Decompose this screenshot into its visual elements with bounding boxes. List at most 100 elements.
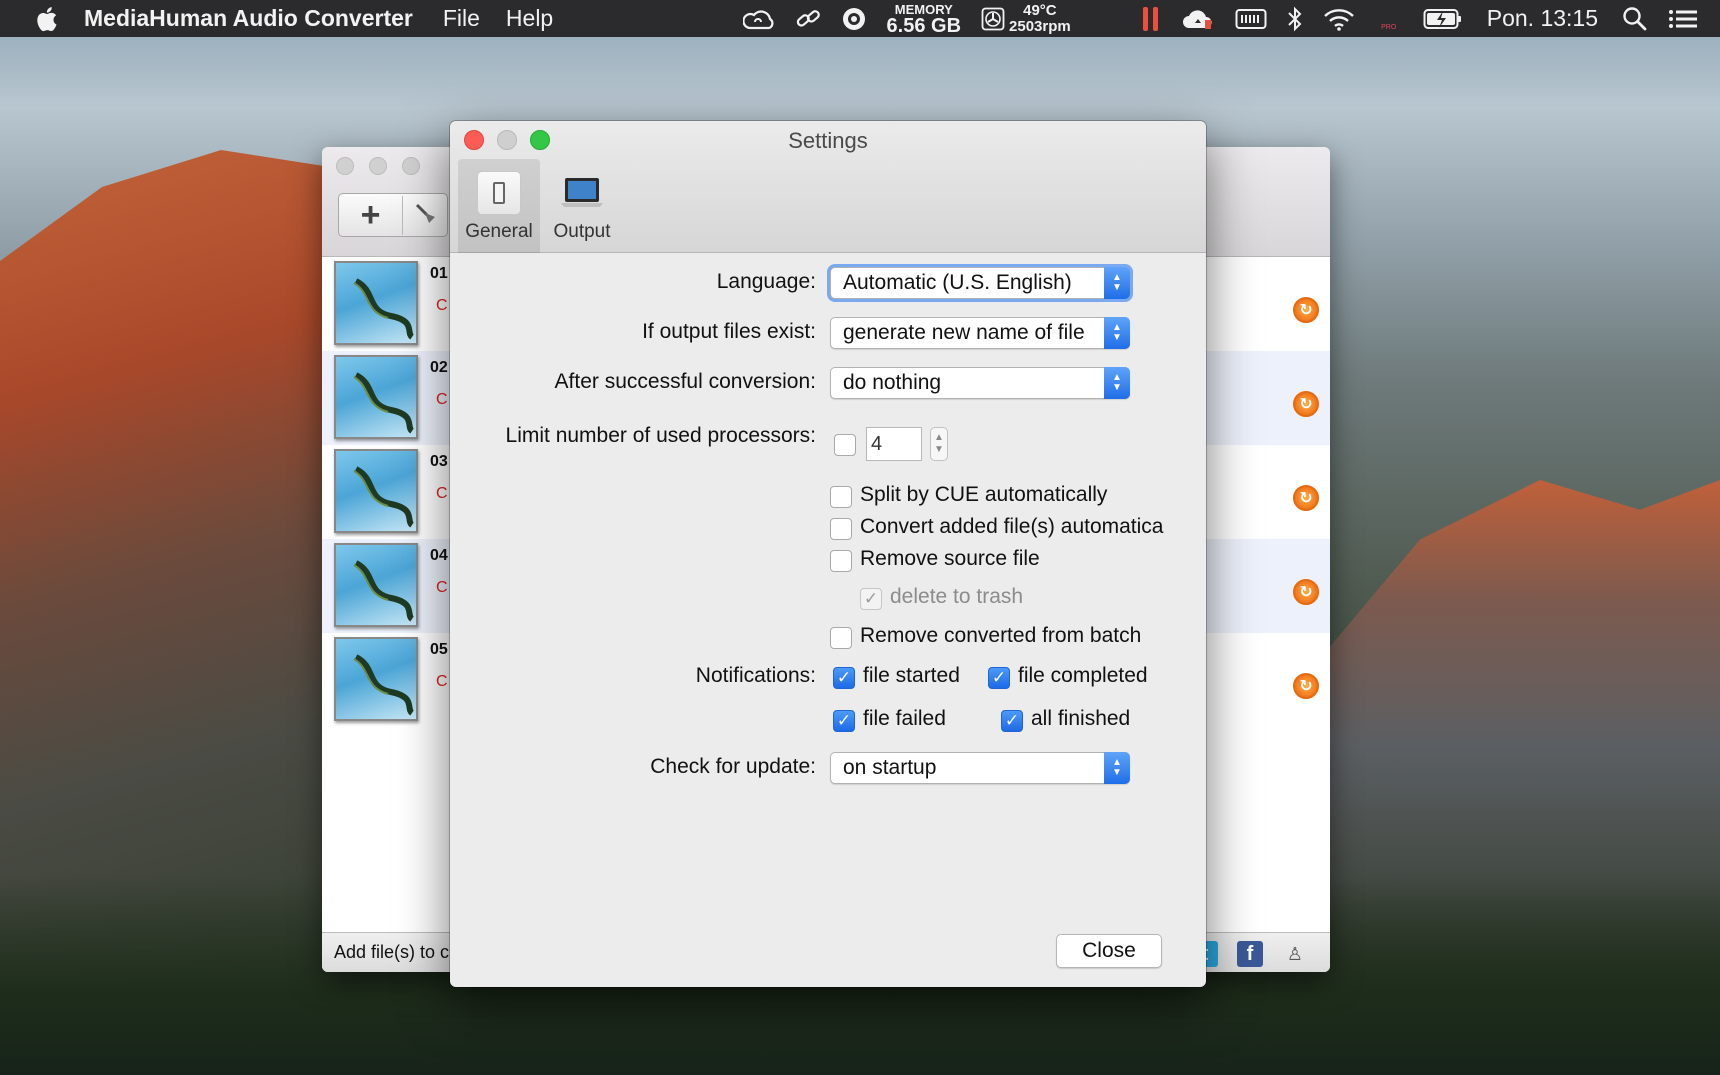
track-number: 01 <box>430 265 448 282</box>
wifi-icon[interactable] <box>1323 7 1355 31</box>
notify-all-finished-checkbox[interactable]: ✓ <box>1001 710 1023 732</box>
tab-general[interactable]: General <box>458 159 540 253</box>
notify-file-started-checkbox[interactable]: ✓ <box>833 667 855 689</box>
split-cue-checkbox[interactable] <box>830 486 852 508</box>
language-label: Language: <box>716 270 816 293</box>
processors-count-value: 4 <box>871 432 883 455</box>
after-conversion-label: After successful conversion: <box>554 370 816 393</box>
laptop-icon <box>561 178 603 207</box>
settings-dialog: Settings General Output Language: Automa… <box>450 121 1206 987</box>
battery-icon[interactable] <box>1423 7 1463 31</box>
track-number: 02 <box>430 359 448 376</box>
after-conversion-value: do nothing <box>843 371 942 394</box>
status-bar-right: MEMORY 6.56 GB 49°C 2503rpm PRO Pon. 13:… <box>733 0 1720 37</box>
output-exist-label: If output files exist: <box>642 320 816 343</box>
menu-clock[interactable]: Pon. 13:15 <box>1487 5 1598 32</box>
settings-titlebar: Settings General Output <box>450 121 1206 253</box>
main-close-button[interactable] <box>336 157 354 175</box>
after-conversion-select[interactable]: do nothing ▲ ▼ <box>830 367 1130 399</box>
status-text: Add file(s) to c <box>334 942 450 962</box>
settings-title: Settings <box>788 128 868 153</box>
tab-output[interactable]: Output <box>542 159 622 253</box>
menu-help[interactable]: Help <box>506 5 553 32</box>
memory-indicator[interactable]: MEMORY 6.56 GB <box>886 2 962 37</box>
notify-file-started-label: file started <box>863 664 960 687</box>
close-button[interactable]: Close <box>1056 934 1162 968</box>
language-select[interactable]: Automatic (U.S. English) ▲ ▼ <box>830 267 1130 299</box>
check-update-value: on startup <box>843 756 937 779</box>
cloud-icon[interactable] <box>1181 7 1215 31</box>
apple-icon[interactable] <box>34 5 64 33</box>
processors-stepper[interactable]: ▲ ▼ <box>930 427 948 461</box>
processors-limit-checkbox[interactable] <box>834 434 856 456</box>
temperature-indicator[interactable]: 49°C 2503rpm <box>1009 1 1071 35</box>
processors-count-field[interactable]: 4 <box>866 427 922 461</box>
track-status-icon[interactable]: ↻ <box>1293 579 1319 605</box>
fan-icon[interactable] <box>981 7 1005 31</box>
remove-source-label: Remove source file <box>860 547 1040 570</box>
check-update-select[interactable]: on startup ▲ ▼ <box>830 752 1130 784</box>
spotlight-icon[interactable] <box>1622 6 1648 32</box>
track-status-icon[interactable]: ↻ <box>1293 391 1319 417</box>
track-number: 03 <box>430 453 448 470</box>
fan-speed-value: 2503rpm <box>1009 17 1071 35</box>
language-flag-icon[interactable]: PRO <box>1375 7 1403 31</box>
check-update-label: Check for update: <box>650 755 816 778</box>
facebook-icon[interactable]: f <box>1237 941 1263 967</box>
track-status-icon[interactable]: ↻ <box>1293 673 1319 699</box>
vpn-icon[interactable] <box>841 6 867 32</box>
output-exist-select[interactable]: generate new name of file ▲ ▼ <box>830 317 1130 349</box>
delete-to-trash-label: delete to trash <box>890 585 1024 608</box>
album-art <box>334 449 418 533</box>
chevron-updown-icon: ▲ ▼ <box>1104 317 1130 349</box>
track-number: 04 <box>430 547 448 564</box>
memory-value: 6.56 GB <box>886 14 962 37</box>
remove-source-checkbox[interactable] <box>830 550 852 572</box>
pause-icon[interactable] <box>1141 6 1161 32</box>
support-icon[interactable]: ♙ <box>1282 941 1308 967</box>
chevron-updown-icon: ▲ ▼ <box>1104 367 1130 399</box>
notify-file-completed-checkbox[interactable]: ✓ <box>988 667 1010 689</box>
add-files-button[interactable]: + <box>339 195 403 235</box>
album-art <box>334 543 418 627</box>
track-status-icon[interactable]: ↻ <box>1293 297 1319 323</box>
processors-label: Limit number of used processors: <box>505 424 816 447</box>
general-switch-icon <box>477 171 521 215</box>
output-exist-value: generate new name of file <box>843 321 1085 344</box>
battery-meter-icon[interactable] <box>1235 8 1267 30</box>
creative-cloud-icon[interactable] <box>742 8 775 30</box>
track-format: C <box>436 391 448 408</box>
notify-file-failed-label: file failed <box>863 707 946 730</box>
chevron-updown-icon: ▲ ▼ <box>1104 267 1130 299</box>
track-format: C <box>436 297 448 314</box>
temperature-value: 49°C <box>1023 1 1057 19</box>
flag-pro-badge: PRO <box>1381 23 1397 31</box>
notification-center-icon[interactable] <box>1668 8 1698 30</box>
menu-bar: MediaHuman Audio Converter File Help MEM… <box>0 0 1720 37</box>
main-minimize-button[interactable] <box>369 157 387 175</box>
remove-converted-checkbox[interactable] <box>830 627 852 649</box>
split-cue-label: Split by CUE automatically <box>860 483 1108 506</box>
album-art <box>334 355 418 439</box>
track-format: C <box>436 579 448 596</box>
notify-file-completed-label: file completed <box>1018 664 1148 687</box>
track-status-icon[interactable]: ↻ <box>1293 485 1319 511</box>
convert-added-checkbox[interactable] <box>830 518 852 540</box>
tab-output-label: Output <box>553 221 611 242</box>
album-art <box>334 637 418 721</box>
notify-file-failed-checkbox[interactable]: ✓ <box>833 710 855 732</box>
track-number: 05 <box>430 641 448 658</box>
link-icon[interactable] <box>795 7 821 31</box>
album-art <box>334 261 418 345</box>
menu-file[interactable]: File <box>443 5 480 32</box>
tab-general-label: General <box>465 221 533 242</box>
notifications-label: Notifications: <box>695 664 816 687</box>
bluetooth-icon[interactable] <box>1287 6 1303 32</box>
notify-all-finished-label: all finished <box>1031 707 1131 730</box>
track-format: C <box>436 485 448 502</box>
app-name-menu[interactable]: MediaHuman Audio Converter <box>84 5 413 32</box>
clear-list-icon[interactable] <box>413 201 439 230</box>
delete-to-trash-checkbox: ✓ <box>860 588 882 610</box>
track-format: C <box>436 673 448 690</box>
main-zoom-button[interactable] <box>402 157 420 175</box>
